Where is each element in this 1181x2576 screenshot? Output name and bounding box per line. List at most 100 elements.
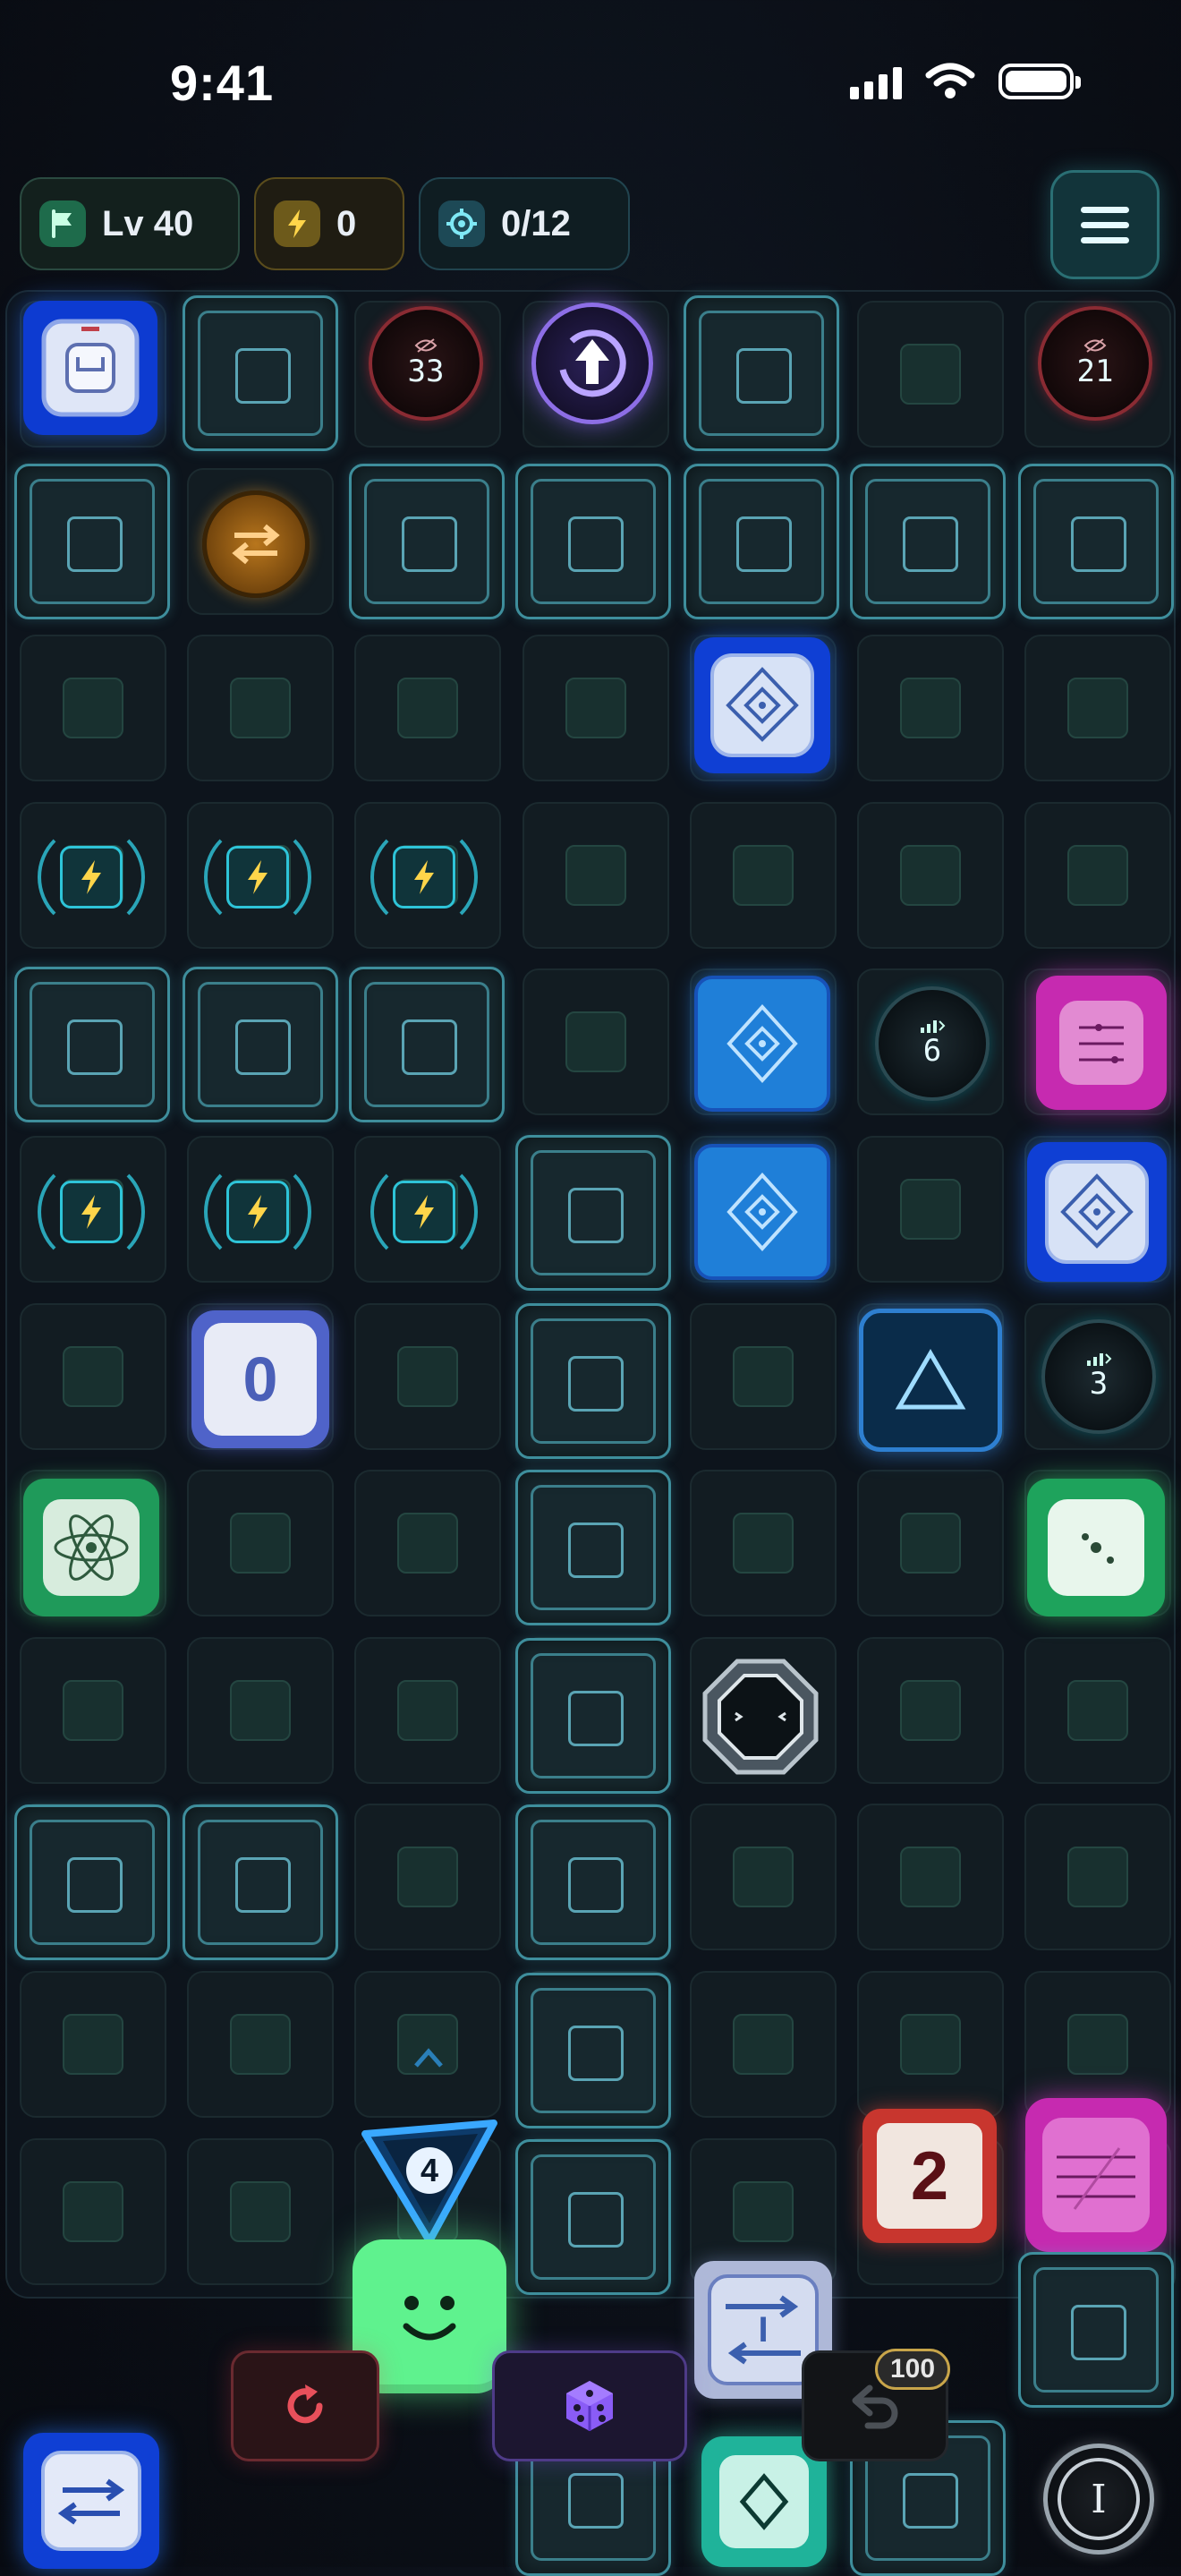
board-cell[interactable] <box>857 301 1004 448</box>
board-cell[interactable] <box>20 1302 166 1450</box>
board-cell[interactable] <box>857 1971 1004 2118</box>
board-cell[interactable] <box>187 1636 335 1784</box>
board-cell[interactable] <box>354 1302 502 1450</box>
cell-pad <box>900 1679 961 1741</box>
atom-tile[interactable] <box>23 1479 159 1616</box>
diamond-crystal-tile[interactable] <box>694 637 830 773</box>
board-cell[interactable] <box>354 635 502 782</box>
board-cell[interactable] <box>1024 1971 1172 2118</box>
player-marker[interactable]: 4 <box>356 2114 503 2248</box>
eye-off-icon <box>414 338 438 353</box>
board-cell[interactable] <box>20 2137 166 2285</box>
round-gate[interactable]: I <box>1043 2444 1154 2555</box>
cell-pad <box>1067 844 1129 906</box>
energy-bolt-pickup[interactable] <box>370 1158 478 1266</box>
board-cell[interactable] <box>354 1804 502 1951</box>
board-cell[interactable] <box>187 1470 335 1617</box>
wall-block <box>684 295 839 451</box>
blue-diamond-tile[interactable] <box>694 976 830 1112</box>
countdown-dial[interactable]: 21 <box>1038 306 1152 421</box>
blue-diamond-tile[interactable] <box>694 1144 830 1280</box>
countdown-dial[interactable]: 33 <box>369 306 483 421</box>
board-cell[interactable] <box>1024 1804 1172 1951</box>
board-cell[interactable] <box>1024 635 1172 782</box>
dice-icon <box>566 2381 613 2431</box>
magenta-slider-tile[interactable] <box>1025 2098 1167 2252</box>
cell-pad <box>900 1847 961 1908</box>
board-cell[interactable] <box>187 2137 335 2285</box>
board-cell[interactable] <box>522 635 669 782</box>
gate-label: I <box>758 2309 769 2350</box>
board-cell[interactable] <box>187 635 335 782</box>
board-cell[interactable] <box>20 635 166 782</box>
dial-value: 33 <box>407 354 445 389</box>
board-cell[interactable] <box>857 1470 1004 1617</box>
swap-tile[interactable] <box>23 2433 159 2569</box>
board-cell[interactable] <box>1024 1636 1172 1784</box>
board-cell[interactable] <box>857 1636 1004 1784</box>
cell-pad <box>1067 2014 1129 2075</box>
gauge-dial[interactable]: 3 <box>1041 1319 1156 1434</box>
energy-count: 0 <box>336 203 357 243</box>
board-cell[interactable] <box>689 1470 837 1617</box>
board-cell[interactable] <box>689 1804 837 1951</box>
board-cell[interactable] <box>1024 801 1172 949</box>
magenta-slider-tile[interactable] <box>1036 976 1167 1110</box>
diamond-crystal-tile[interactable] <box>1027 1142 1167 1282</box>
energy-bolt-pickup[interactable] <box>204 1158 311 1266</box>
cell-pad <box>230 1513 292 1574</box>
triangle-tile[interactable] <box>859 1309 1002 1452</box>
board-cell[interactable] <box>689 801 837 949</box>
cell-pad <box>63 2014 123 2075</box>
cellular-signal-icon <box>850 64 902 99</box>
cell-pad <box>565 844 626 906</box>
player-move-count: 4 <box>420 2152 439 2188</box>
chevron-up-icon <box>414 2048 443 2068</box>
dial-value: 3 <box>1089 1366 1109 1402</box>
board-cell[interactable] <box>354 1470 502 1617</box>
dice-face-tile[interactable] <box>1027 1479 1165 1616</box>
board-cell[interactable] <box>857 1804 1004 1951</box>
ice-cube-tile[interactable] <box>23 301 157 435</box>
cell-pad <box>732 1345 794 1407</box>
counter-tile[interactable]: 0 <box>191 1310 329 1448</box>
board-cell[interactable] <box>689 1971 837 2118</box>
cell-pad <box>900 2014 961 2075</box>
menu-button[interactable] <box>1050 170 1160 279</box>
diamond-icon <box>726 1004 798 1083</box>
wall-block <box>349 967 505 1122</box>
dice-button[interactable] <box>492 2350 687 2461</box>
cell-pad <box>900 844 961 906</box>
gauge-dial[interactable]: 6 <box>875 986 990 1101</box>
game-board: 33 21 6 0 3 4 2 I I <box>5 290 1176 2576</box>
wall-block <box>349 464 505 619</box>
board-cell[interactable] <box>20 1636 166 1784</box>
board-cell[interactable] <box>522 968 669 1116</box>
wall-block <box>14 1804 170 1960</box>
board-cell[interactable] <box>354 1636 502 1784</box>
restart-button[interactable] <box>231 2350 379 2461</box>
board-cell[interactable] <box>857 1136 1004 1283</box>
eye-off-icon <box>1083 338 1107 353</box>
lightning-icon <box>81 1195 101 1229</box>
swap-coin[interactable] <box>202 490 310 598</box>
wall-block <box>515 1135 671 1291</box>
energy-bolt-pickup[interactable] <box>370 823 478 931</box>
cell-pad <box>732 2180 794 2242</box>
energy-bolt-pickup[interactable] <box>204 823 311 931</box>
octagon-portal[interactable] <box>700 1656 821 1778</box>
board-cell[interactable] <box>20 1971 166 2118</box>
wall-block <box>515 2139 671 2295</box>
board-cell[interactable] <box>187 1971 335 2118</box>
energy-bolt-pickup[interactable] <box>38 1158 145 1266</box>
board-cell[interactable] <box>857 635 1004 782</box>
board-cell[interactable] <box>522 801 669 949</box>
menu-icon <box>1081 206 1129 213</box>
board-cell[interactable] <box>689 1302 837 1450</box>
rotate-arrow-orb[interactable] <box>531 303 653 424</box>
number-block[interactable]: 2 <box>862 2109 997 2243</box>
energy-bolt-pickup[interactable] <box>38 823 145 931</box>
board-cell[interactable] <box>857 801 1004 949</box>
cell-pad <box>397 1513 459 1574</box>
diamond-icon <box>1045 1160 1149 1264</box>
